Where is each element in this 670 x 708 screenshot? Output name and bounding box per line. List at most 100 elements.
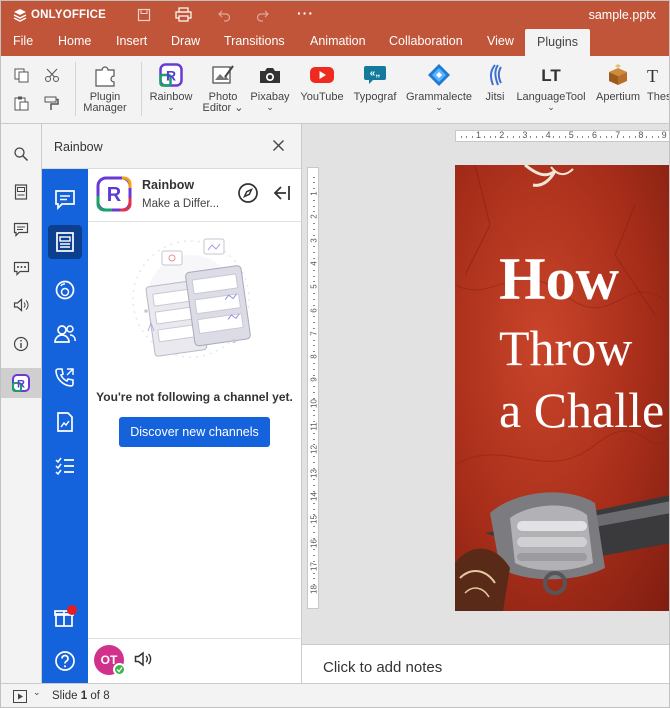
ruler-h-tick	[559, 136, 561, 138]
notes-placeholder[interactable]: Click to add notes	[323, 659, 442, 676]
plugin-photo-editor-button[interactable]: Photo Editor ⌄	[201, 62, 245, 114]
search-icon[interactable]	[10, 143, 32, 165]
audio-speaker-icon[interactable]	[134, 651, 152, 667]
compass-icon[interactable]	[237, 182, 259, 204]
conversations-icon[interactable]	[52, 186, 78, 212]
tab-file[interactable]: File	[13, 34, 33, 48]
comments-icon[interactable]	[10, 218, 32, 240]
tab-home[interactable]: Home	[58, 34, 91, 48]
ruler-h-tick	[512, 136, 514, 138]
tab-view[interactable]: View	[487, 34, 514, 48]
files-icon[interactable]	[52, 409, 78, 435]
channels-icon[interactable]	[52, 229, 78, 255]
ruler-h-label: 4	[545, 130, 551, 140]
plugin-languagetool-button[interactable]: LT LanguageTool ⌄	[515, 62, 587, 112]
undo-icon[interactable]	[217, 8, 231, 22]
photo-label-2: Editor ⌄	[202, 102, 244, 114]
close-icon[interactable]	[272, 139, 285, 152]
plugin-manager-button[interactable]: Plugin Manager	[81, 62, 129, 114]
ruler-h-label: 2	[499, 130, 505, 140]
tab-transitions[interactable]: Transitions	[224, 34, 285, 48]
ruler-h-tick	[536, 136, 537, 138]
tasks-icon[interactable]	[52, 453, 78, 479]
rainbow-rail-button[interactable]: R	[1, 368, 41, 398]
ruler-h-tick	[472, 136, 474, 138]
jitsi-icon	[482, 62, 508, 88]
ruler-v-label: 18	[309, 585, 319, 595]
ruler-h-tick	[611, 136, 613, 138]
typograf-icon: «„	[362, 62, 388, 88]
plugin-typograf-button[interactable]: «„ Typograf	[351, 62, 399, 103]
plugin-pixabay-button[interactable]: Pixabay ⌄	[248, 62, 292, 112]
tab-collaboration[interactable]: Collaboration	[389, 34, 463, 48]
save-icon[interactable]	[137, 8, 151, 22]
ruler-v-tick	[313, 392, 315, 394]
plugin-thesaurus-button[interactable]: T Thes	[647, 62, 669, 103]
empty-state-text: You're not following a channel yet.	[96, 390, 293, 404]
pixabay-dropdown-icon[interactable]: ⌄	[248, 103, 292, 112]
speaker-icon[interactable]	[10, 294, 32, 316]
tab-plugins[interactable]: Plugins	[525, 29, 590, 56]
ruler-v-label: 17	[309, 561, 319, 571]
camera-icon	[257, 62, 283, 88]
format-painter-icon[interactable]	[44, 96, 59, 111]
gift-icon[interactable]	[52, 604, 78, 630]
rainbow-dropdown-icon[interactable]: ⌄	[147, 103, 195, 112]
ruler-v-tick	[313, 555, 315, 557]
ruler-v-label: 3	[309, 237, 319, 243]
ruler-v-label: 14	[309, 491, 319, 501]
panel-header: Rainbow	[42, 124, 301, 169]
tab-insert[interactable]: Insert	[116, 34, 147, 48]
ruler-v-tick	[313, 374, 315, 376]
ruler-v-tick	[313, 322, 315, 324]
notes-pane[interactable]: Click to add notes	[302, 644, 669, 683]
bubbles-icon[interactable]	[52, 277, 78, 303]
copy-icon[interactable]	[14, 68, 29, 83]
more-icon[interactable]: ···	[297, 5, 314, 21]
help-icon[interactable]	[52, 648, 78, 674]
ruler-v-label: 11	[309, 422, 319, 431]
tab-animation[interactable]: Animation	[310, 34, 366, 48]
plugin-rainbow-button[interactable]: R Rainbow ⌄	[147, 62, 195, 112]
plugin-grammalecte-button[interactable]: Grammalecte ⌄	[405, 62, 473, 112]
slides-thumbnails-icon[interactable]	[10, 181, 32, 203]
paste-icon[interactable]	[14, 96, 29, 111]
languagetool-dropdown-icon[interactable]: ⌄	[515, 103, 587, 112]
slideshow-dropdown-icon[interactable]: ⌄	[33, 687, 41, 698]
cut-icon[interactable]	[44, 68, 60, 83]
ruler-h-tick	[605, 136, 607, 138]
slideshow-play-icon[interactable]	[13, 690, 27, 703]
slide-title-line-2: Throw	[499, 320, 633, 376]
ruler-v-tick	[313, 258, 315, 260]
horizontal-ruler[interactable]: 1 2 3 4 5 6 7 8 9	[455, 130, 669, 142]
about-info-icon[interactable]	[10, 333, 32, 355]
redo-icon[interactable]	[256, 8, 270, 22]
ruler-v-tick	[313, 211, 315, 213]
plugin-jitsi-button[interactable]: Jitsi	[477, 62, 513, 103]
plugin-apertium-button[interactable]: Apertium	[592, 62, 644, 103]
apertium-label: Apertium	[595, 91, 641, 103]
tab-draw[interactable]: Draw	[171, 34, 200, 48]
print-icon[interactable]	[175, 7, 192, 22]
ruler-h-tick	[565, 136, 566, 138]
plugin-youtube-button[interactable]: YouTube	[298, 62, 346, 103]
discover-channels-button[interactable]: Discover new channels	[119, 417, 270, 447]
languagetool-icon: LT	[538, 62, 564, 88]
vertical-ruler[interactable]: 1 2 3 4 5 6 7 8 9 10 11 12 13 14 15 16 17 18	[307, 167, 319, 609]
ruler-h-tick	[623, 136, 624, 138]
calls-icon[interactable]	[52, 364, 78, 390]
ruler-v-tick	[313, 327, 315, 329]
plugins-toolbar: Plugin Manager R Rainbow ⌄ Photo Editor …	[1, 56, 669, 124]
svg-text:R: R	[17, 379, 25, 391]
slide-canvas[interactable]: How Throw a Challe	[455, 165, 669, 611]
ruler-v-label: 4	[309, 261, 319, 266]
collapse-panel-icon[interactable]	[271, 183, 291, 203]
chat-icon[interactable]	[10, 257, 32, 279]
slide-total: 8	[103, 690, 110, 702]
slide-title-line-3: a Challe	[499, 382, 665, 438]
left-sidebar: R	[1, 124, 42, 683]
grammalecte-dropdown-icon[interactable]: ⌄	[405, 103, 473, 112]
rainbow-plugin-panel: Rainbow R Rainbow Make a Differ... You'r…	[42, 124, 302, 683]
contacts-icon[interactable]	[52, 321, 78, 347]
ruler-v-tick	[313, 275, 315, 277]
